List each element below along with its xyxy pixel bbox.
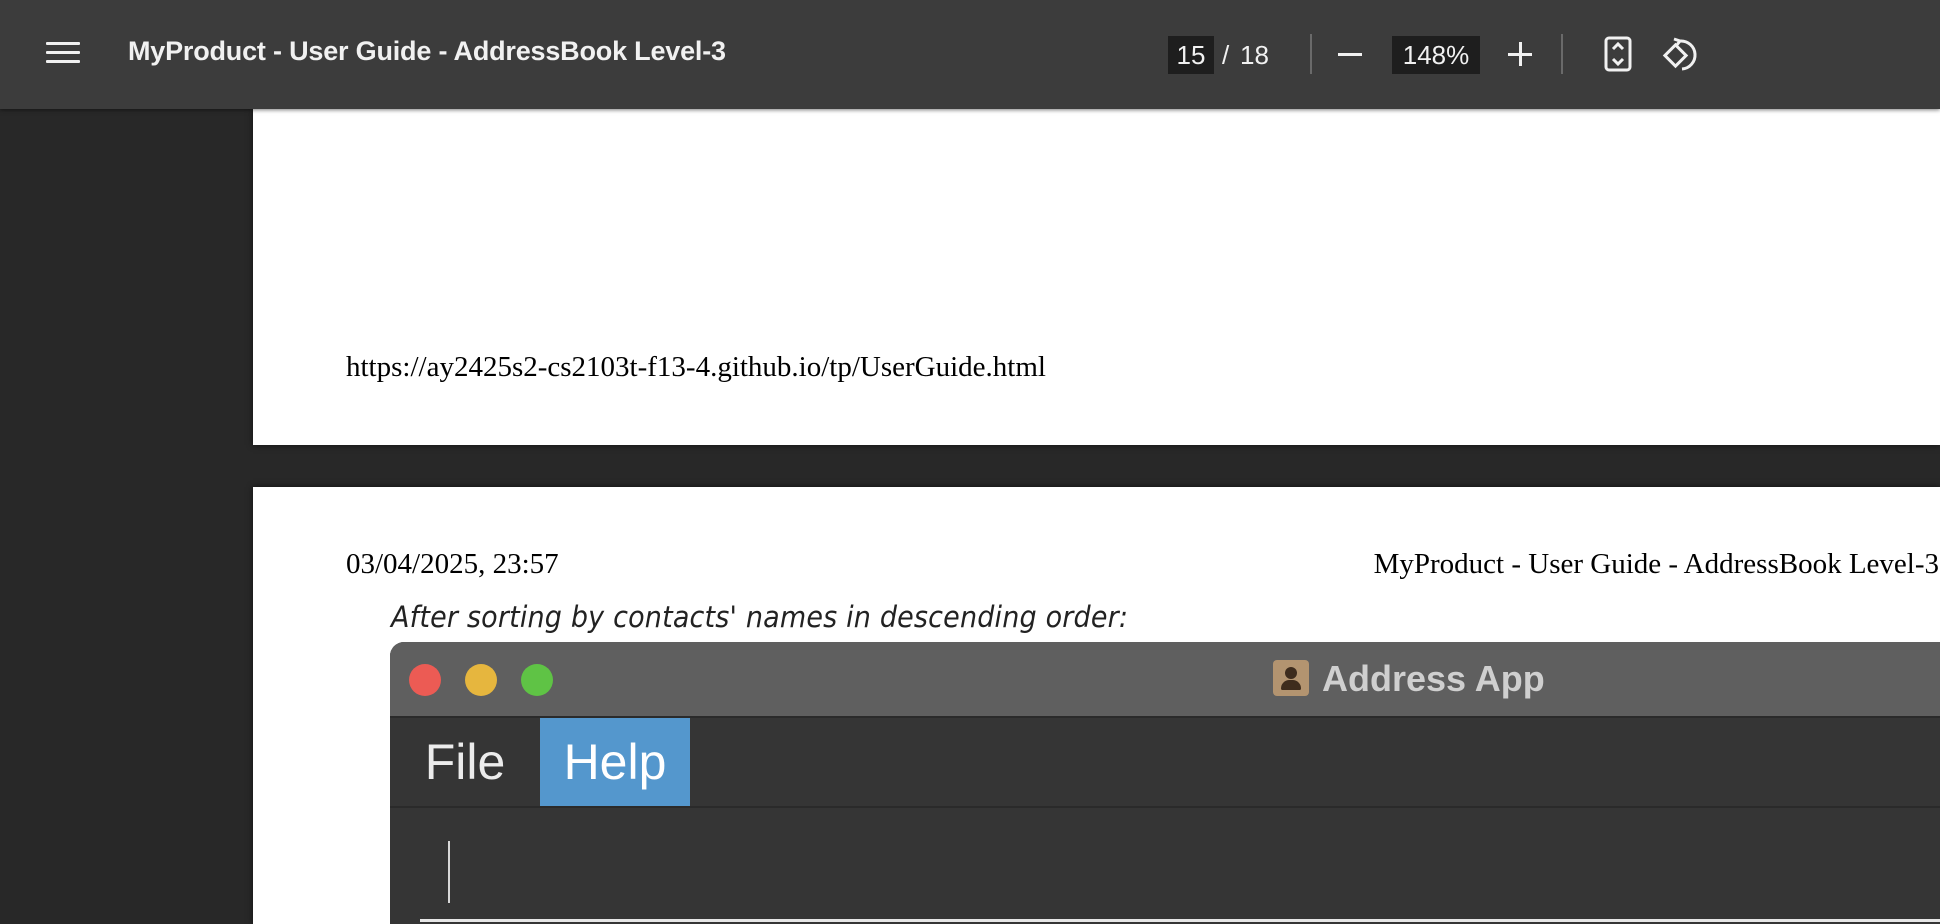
minus-icon[interactable]: [1338, 53, 1362, 56]
text-caret: [448, 841, 450, 903]
app-menubar: File Help: [390, 718, 1940, 808]
command-box-underline: [420, 919, 1940, 922]
menu-help: Help: [540, 718, 690, 806]
close-window-icon: [409, 664, 441, 696]
address-app-screenshot: Address App File Help: [390, 642, 1940, 924]
menu-file: File: [424, 734, 506, 790]
maximize-window-icon: [521, 664, 553, 696]
minimize-window-icon: [465, 664, 497, 696]
rotate-icon[interactable]: [1660, 36, 1700, 74]
pdf-page: 03/04/2025, 23:57 MyProduct - User Guide…: [253, 487, 1940, 924]
pdf-toolbar: MyProduct - User Guide - AddressBook Lev…: [0, 0, 1940, 109]
page-header-date: 03/04/2025, 23:57: [346, 548, 559, 580]
document-title: MyProduct - User Guide - AddressBook Lev…: [128, 36, 726, 66]
figure-caption: After sorting by contacts' names in desc…: [391, 600, 1129, 634]
hamburger-menu-icon[interactable]: [46, 42, 80, 68]
app-titlebar: Address App: [390, 642, 1940, 718]
page-separator: /: [1222, 40, 1230, 70]
app-window-title: Address App: [1322, 658, 1545, 699]
zoom-level-input[interactable]: 148%: [1392, 36, 1480, 74]
page-header-title: MyProduct - User Guide - AddressBook Lev…: [1373, 548, 1939, 580]
fit-to-page-icon[interactable]: [1604, 36, 1632, 72]
plus-icon[interactable]: [1508, 42, 1532, 66]
current-page-input[interactable]: 15: [1168, 36, 1214, 74]
toolbar-divider: [1561, 34, 1563, 74]
command-box: [390, 808, 1940, 924]
pdf-page: https://ay2425s2-cs2103t-f13-4.github.io…: [253, 109, 1940, 445]
toolbar-divider: [1310, 34, 1312, 74]
total-pages: 18: [1240, 40, 1269, 70]
address-book-icon: [1273, 660, 1309, 696]
page-footer-url: https://ay2425s2-cs2103t-f13-4.github.io…: [346, 351, 1046, 383]
